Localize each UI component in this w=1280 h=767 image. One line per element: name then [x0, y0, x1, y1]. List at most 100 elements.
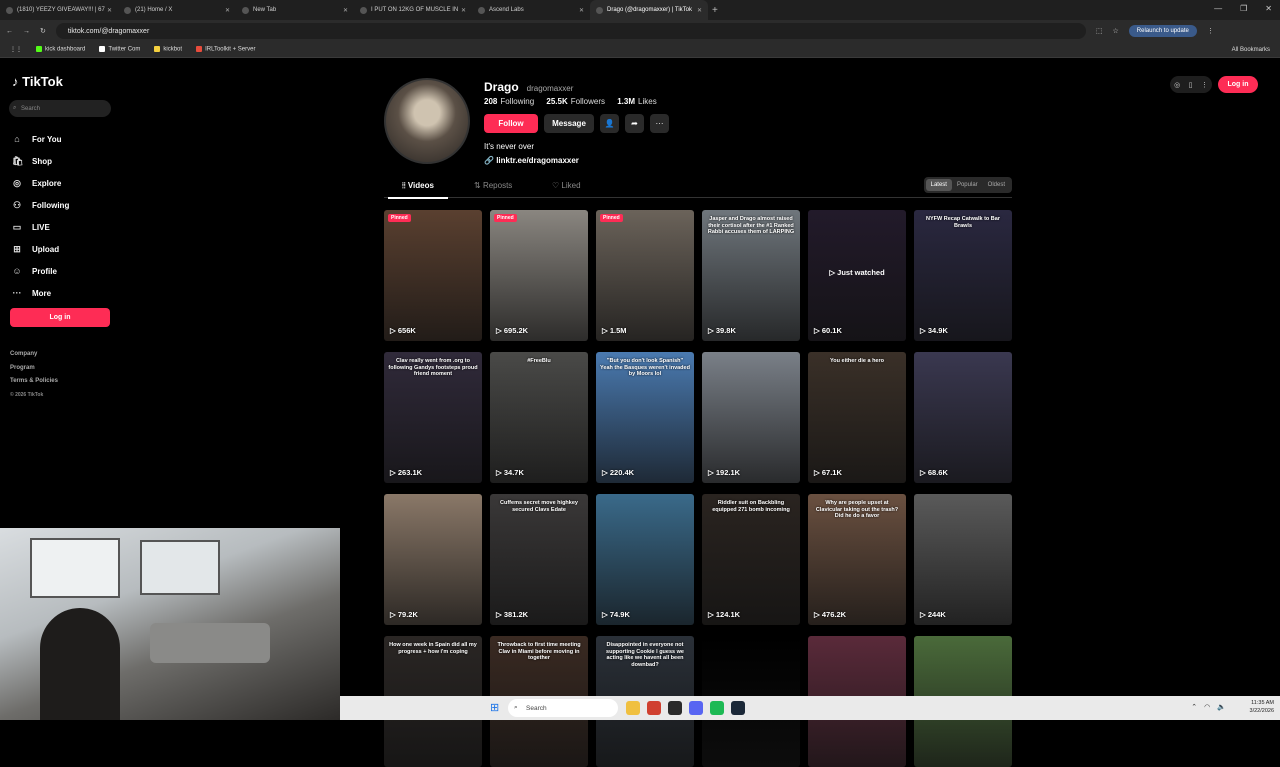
top-login-button[interactable]: Log in	[1218, 76, 1258, 93]
taskbar-clock[interactable]: 11:35 AM 3/22/2026	[1250, 700, 1274, 715]
bookmark-item[interactable]: kick dashboard	[36, 46, 85, 53]
tab-close-icon[interactable]: ✕	[697, 7, 702, 14]
more-dots-icon[interactable]: ⋮	[1201, 81, 1208, 89]
sidebar-item-shop[interactable]: 🛍 Shop	[12, 150, 69, 172]
bookmark-item[interactable]: Twitter Com	[99, 46, 140, 53]
menu-dots-icon[interactable]: ⋮	[1207, 27, 1214, 35]
all-bookmarks[interactable]: All Bookmarks	[1232, 47, 1270, 53]
video-thumbnail[interactable]: Cuffems secret move highkey secured Clav…	[490, 494, 588, 625]
avatar[interactable]	[384, 78, 470, 164]
video-thumbnail[interactable]: NYFW Recap Catwalk to Bar Brawls ▷ 34.9K	[914, 210, 1012, 341]
restore-icon[interactable]: ❐	[1240, 4, 1247, 13]
spotify-icon[interactable]	[710, 701, 724, 715]
video-thumbnail[interactable]: Pinned ▷ 656K	[384, 210, 482, 341]
sort-popular[interactable]: Popular	[952, 179, 983, 191]
minimize-icon[interactable]: —	[1214, 4, 1222, 13]
sidebar-login-button[interactable]: Log in	[10, 308, 110, 327]
tab-liked[interactable]: ♡ Liked	[552, 181, 581, 190]
url-field[interactable]: tiktok.com/@dragomaxxer	[55, 23, 1086, 39]
video-thumbnail[interactable]: #FreeBlu ▷ 34.7K	[490, 352, 588, 483]
share-icon[interactable]: ➦	[625, 114, 644, 133]
close-icon[interactable]: ✕	[1265, 4, 1272, 13]
sidebar-item-explore[interactable]: ◎ Explore	[12, 172, 69, 194]
tab-close-icon[interactable]: ✕	[225, 7, 230, 14]
bookmark-item[interactable]: IRLToolkit + Server	[196, 46, 255, 53]
browser-tab[interactable]: New Tab ✕	[236, 0, 354, 20]
tab-close-icon[interactable]: ✕	[579, 7, 584, 14]
video-thumbnail[interactable]: Jasper and Drago almost raised their cor…	[702, 210, 800, 341]
sidebar-item-upload[interactable]: ⊞ Upload	[12, 238, 69, 260]
sidebar-item-more[interactable]: ··· More	[12, 282, 69, 304]
sidebar-item-for-you[interactable]: ⌂ For You	[12, 128, 69, 150]
apps-icon[interactable]: ⋮⋮	[10, 46, 22, 53]
link-text: linktr.ee/dragomaxxer	[496, 156, 579, 165]
device-icon[interactable]: ▯	[1189, 81, 1193, 89]
video-thumbnail[interactable]: ▷ Just watched ▷ 60.1K	[808, 210, 906, 341]
sidebar-item-profile[interactable]: ☺ Profile	[12, 260, 69, 282]
profile-link[interactable]: 🔗 linktr.ee/dragomaxxer	[484, 156, 579, 165]
footer-program[interactable]: Program	[10, 362, 58, 376]
windows-start-icon[interactable]: ⊞	[490, 702, 502, 714]
extensions-icon[interactable]: ⬚	[1096, 27, 1103, 35]
message-button[interactable]: Message	[544, 114, 594, 133]
relaunch-button[interactable]: Relaunch to update	[1128, 25, 1197, 37]
reload-icon[interactable]: ↻	[40, 27, 46, 35]
more-options-icon[interactable]: ···	[650, 114, 669, 133]
clock-date: 3/22/2026	[1249, 707, 1274, 714]
sort-latest[interactable]: Latest	[925, 179, 952, 191]
follow-button[interactable]: Follow	[484, 114, 538, 133]
sort-oldest[interactable]: Oldest	[983, 179, 1010, 191]
discord-icon[interactable]	[689, 701, 703, 715]
coin-icon[interactable]: ◎	[1174, 81, 1180, 89]
tab-close-icon[interactable]: ✕	[107, 7, 112, 14]
search-input[interactable]: ⌕ Search	[9, 100, 111, 117]
forward-icon[interactable]: →	[23, 28, 30, 35]
sidebar-item-label: For You	[32, 134, 62, 144]
video-thumbnail[interactable]: ▷ 192.1K	[702, 352, 800, 483]
app-icon[interactable]	[668, 701, 682, 715]
tab-close-icon[interactable]: ✕	[343, 7, 348, 14]
tiktok-logo[interactable]: ♪ TikTok	[12, 74, 63, 89]
new-tab-icon[interactable]: +	[712, 5, 718, 16]
chrome-icon[interactable]	[647, 701, 661, 715]
play-icon: ▷	[708, 610, 714, 619]
video-thumbnail[interactable]: Pinned ▷ 1.5M	[596, 210, 694, 341]
video-thumbnail[interactable]: ▷ 68.6K	[914, 352, 1012, 483]
footer-terms[interactable]: Terms & Policies	[10, 375, 58, 389]
taskbar-search[interactable]: ⌕ Search	[508, 699, 618, 717]
file-explorer-icon[interactable]	[626, 701, 640, 715]
video-thumbnail[interactable]: You either die a hero ▷ 67.1K	[808, 352, 906, 483]
compass-icon: ◎	[13, 177, 21, 188]
browser-tab[interactable]: I PUT ON 12KG OF MUSCLE IN ✕	[354, 0, 472, 20]
video-thumbnail[interactable]: Clav really went from .org to following …	[384, 352, 482, 483]
sidebar-item-live[interactable]: ▭ LIVE	[12, 216, 69, 238]
chevron-up-icon[interactable]: ⌃	[1191, 703, 1197, 711]
sidebar-item-following[interactable]: ⚇ Following	[12, 194, 69, 216]
add-friend-icon[interactable]: 👤	[600, 114, 619, 133]
back-icon[interactable]: ←	[6, 28, 13, 35]
video-caption: #FreeBlu	[527, 358, 551, 364]
browser-tab[interactable]: Ascend Labs ✕	[472, 0, 590, 20]
bookmark-item[interactable]: kickbot	[154, 46, 182, 53]
tab-close-icon[interactable]: ✕	[461, 7, 466, 14]
video-thumbnail[interactable]: ▷ 244K	[914, 494, 1012, 625]
browser-tab[interactable]: Drago (@dragomaxxer) | TikTok ✕	[590, 0, 708, 20]
bookmark-star-icon[interactable]: ☆	[1113, 27, 1119, 35]
tab-videos[interactable]: ⦙⦙ Videos	[388, 181, 448, 199]
volume-icon[interactable]: 🔈	[1217, 703, 1226, 711]
video-thumbnail[interactable]: "But you don't look Spanish" Yeah the Ba…	[596, 352, 694, 483]
tab-reposts[interactable]: ⇅ Reposts	[474, 181, 512, 190]
video-thumbnail[interactable]: ▷ 74.9K	[596, 494, 694, 625]
wifi-icon[interactable]: ◠	[1204, 703, 1210, 711]
video-thumbnail[interactable]: Riddler suit on Backbling equipped 271 b…	[702, 494, 800, 625]
video-thumbnail[interactable]: Pinned ▷ 695.2K	[490, 210, 588, 341]
browser-tab[interactable]: (21) Home / X ✕	[118, 0, 236, 20]
tab-videos-label: Videos	[407, 181, 434, 190]
steam-icon[interactable]	[731, 701, 745, 715]
video-thumbnail[interactable]: Why are people upset at Clavicular takin…	[808, 494, 906, 625]
video-thumbnail[interactable]: ▷ 79.2K	[384, 494, 482, 625]
profile-tabs: ⦙⦙ Videos ⇅ Reposts ♡ Liked Latest Popul…	[384, 176, 1012, 199]
browser-tab[interactable]: (1810) YEEZY GIVEAWAY!!! | 67 ✕	[0, 0, 118, 20]
view-count: ▷ 74.9K	[602, 610, 630, 619]
footer-company[interactable]: Company	[10, 348, 58, 362]
